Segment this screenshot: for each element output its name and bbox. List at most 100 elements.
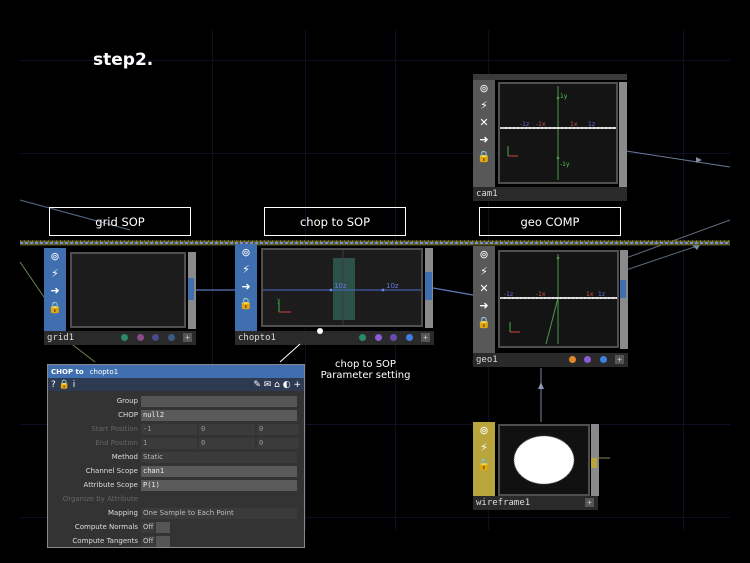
- node-viewer[interactable]: 1y -1x 1x -1z 1z -1y: [498, 82, 618, 184]
- bypass-icon[interactable]: ⚡: [473, 439, 495, 456]
- axis-label: 10z: [334, 282, 347, 290]
- status-dot[interactable]: [136, 334, 144, 341]
- node-name[interactable]: wireframe1: [476, 498, 530, 508]
- lock-icon[interactable]: 🔒: [473, 456, 495, 473]
- geo-comp-label: geo COMP: [479, 207, 621, 236]
- axis-label: -1y: [560, 161, 570, 168]
- geo-node[interactable]: ⊚ ⚡ ✕ ➜ 🔒 -1x 1x -1z 1z geo1 +: [473, 246, 628, 367]
- wireframe-preview: [513, 435, 575, 485]
- node-name[interactable]: cam1: [473, 187, 627, 201]
- lock-icon[interactable]: 🔒: [44, 299, 66, 316]
- param-label: End Position: [95, 439, 138, 447]
- annotation: chop to SOP Parameter setting: [318, 359, 413, 381]
- start-z-field[interactable]: 0: [257, 423, 299, 435]
- lock-icon[interactable]: 🔒: [473, 314, 495, 331]
- bypass-icon[interactable]: ⚡: [473, 263, 495, 280]
- start-y-field[interactable]: 0: [199, 423, 255, 435]
- status-dot[interactable]: [568, 356, 576, 363]
- panel-toolbar: ? 🔒 i ✎ ✉ ⌂ ◐ +: [48, 378, 304, 391]
- lock-icon[interactable]: 🔒: [473, 148, 495, 165]
- compute-tangents-toggle[interactable]: [156, 535, 170, 547]
- viewer-icon[interactable]: ⊚: [235, 244, 257, 261]
- node-viewer[interactable]: 10z 10z y: [261, 248, 423, 327]
- wireframe-node[interactable]: ⊚ ⚡ 🔒 wireframe1 +: [473, 422, 599, 510]
- status-dot[interactable]: [584, 356, 592, 363]
- add-icon[interactable]: +: [585, 498, 594, 507]
- node-footer: grid1 +: [44, 331, 196, 345]
- annotation-line: Parameter setting: [320, 370, 411, 381]
- arrow-right-icon[interactable]: ➜: [235, 278, 257, 295]
- chopto-node[interactable]: ⊚ ⚡ ➜ 🔒 10z 10z y chopto1 +: [235, 244, 434, 345]
- close-icon[interactable]: ✕: [473, 114, 495, 131]
- grid-sop-label: grid SOP: [49, 207, 191, 236]
- close-icon[interactable]: ✕: [473, 280, 495, 297]
- arrow-right-icon[interactable]: ➜: [473, 131, 495, 148]
- attribute-scope-field[interactable]: P(1): [141, 479, 297, 491]
- node-name[interactable]: geo1: [476, 355, 498, 365]
- node-viewer[interactable]: [70, 252, 186, 328]
- param-row-mapping: Mapping One Sample to Each Point: [48, 507, 304, 519]
- node-sidebar: ⊚ ⚡ ✕ ➜ 🔒: [473, 80, 495, 187]
- add-icon[interactable]: +: [183, 333, 192, 342]
- node-name[interactable]: grid1: [47, 333, 74, 343]
- status-dot[interactable]: [359, 334, 367, 341]
- param-label: Mapping: [107, 509, 138, 517]
- lock-icon[interactable]: 🔒: [235, 295, 257, 312]
- node-sidebar: ⊚ ⚡ 🔒: [473, 422, 495, 496]
- param-row-end-position: End Position 1 0 0: [48, 437, 304, 449]
- status-dot[interactable]: [374, 334, 382, 341]
- status-dot[interactable]: [152, 334, 160, 341]
- axis-label: 1y: [560, 93, 568, 100]
- node-viewer[interactable]: -1x 1x -1z 1z: [498, 250, 619, 348]
- end-x-field[interactable]: 1: [141, 437, 197, 449]
- param-label: Group: [116, 397, 138, 405]
- help-icon[interactable]: ? 🔒 i: [51, 380, 75, 390]
- arrow-right-icon[interactable]: ➜: [44, 282, 66, 299]
- add-icon[interactable]: +: [421, 333, 430, 342]
- compute-tangents-toggle-label: Off: [141, 535, 155, 547]
- node-sidebar: ⊚ ⚡ ✕ ➜ 🔒: [473, 246, 495, 353]
- start-x-field[interactable]: -1: [141, 423, 197, 435]
- compute-normals-toggle[interactable]: [156, 521, 170, 533]
- arrow-right-icon[interactable]: ➜: [473, 297, 495, 314]
- node-sidebar: ⊚ ⚡ ➜ 🔒: [235, 244, 257, 331]
- end-y-field[interactable]: 0: [199, 437, 255, 449]
- viewer-icon[interactable]: ⊚: [473, 246, 495, 263]
- grid-node[interactable]: ⊚ ⚡ ➜ 🔒 grid1 +: [44, 248, 196, 345]
- bypass-icon[interactable]: ⚡: [44, 265, 66, 282]
- bypass-icon[interactable]: ⚡: [235, 261, 257, 278]
- panel-header: CHOP to chopto1: [48, 365, 304, 378]
- param-row-organize: Organize by Attribute: [48, 493, 304, 505]
- mapping-dropdown[interactable]: One Sample to Each Point: [141, 507, 297, 519]
- node-footer: geo1 +: [473, 353, 628, 367]
- param-label: Organize by Attribute: [62, 495, 138, 503]
- axis-label: -1z: [504, 291, 513, 298]
- group-field[interactable]: [141, 395, 297, 407]
- status-dot[interactable]: [599, 356, 607, 363]
- status-dot[interactable]: [390, 334, 398, 341]
- bypass-icon[interactable]: ⚡: [473, 97, 495, 114]
- chop-field[interactable]: null2: [141, 409, 297, 421]
- axis-gizmo: 1y -1x 1x -1z 1z -1y: [500, 86, 616, 180]
- add-icon[interactable]: +: [615, 355, 624, 364]
- axis-label: 1z: [598, 291, 605, 298]
- status-dot[interactable]: [405, 334, 413, 341]
- viewer-icon[interactable]: ⊚: [44, 248, 66, 265]
- cam-node[interactable]: ⊚ ⚡ ✕ ➜ 🔒 1y -1x 1x -1z 1z -1y cam1: [473, 74, 627, 201]
- operator-type: CHOP to: [51, 367, 84, 376]
- status-dot[interactable]: [167, 334, 175, 341]
- node-name[interactable]: chopto1: [238, 333, 276, 343]
- end-z-field[interactable]: 0: [257, 437, 299, 449]
- channel-scope-field[interactable]: chan1: [141, 465, 297, 477]
- viewer-icon[interactable]: ⊚: [473, 422, 495, 439]
- toolbar-icons[interactable]: ✎ ✉ ⌂ ◐ +: [253, 380, 301, 390]
- node-footer: chopto1 +: [235, 331, 434, 345]
- method-dropdown[interactable]: Static: [141, 451, 297, 463]
- viewer-icon[interactable]: ⊚: [473, 80, 495, 97]
- node-viewer[interactable]: [498, 424, 590, 496]
- param-label: Start Position: [91, 425, 138, 433]
- status-dot[interactable]: [121, 334, 129, 341]
- axis-gizmo: -1x 1x -1z 1z: [500, 254, 617, 345]
- operator-name[interactable]: chopto1: [86, 367, 122, 376]
- axis-label: 1z: [588, 121, 595, 128]
